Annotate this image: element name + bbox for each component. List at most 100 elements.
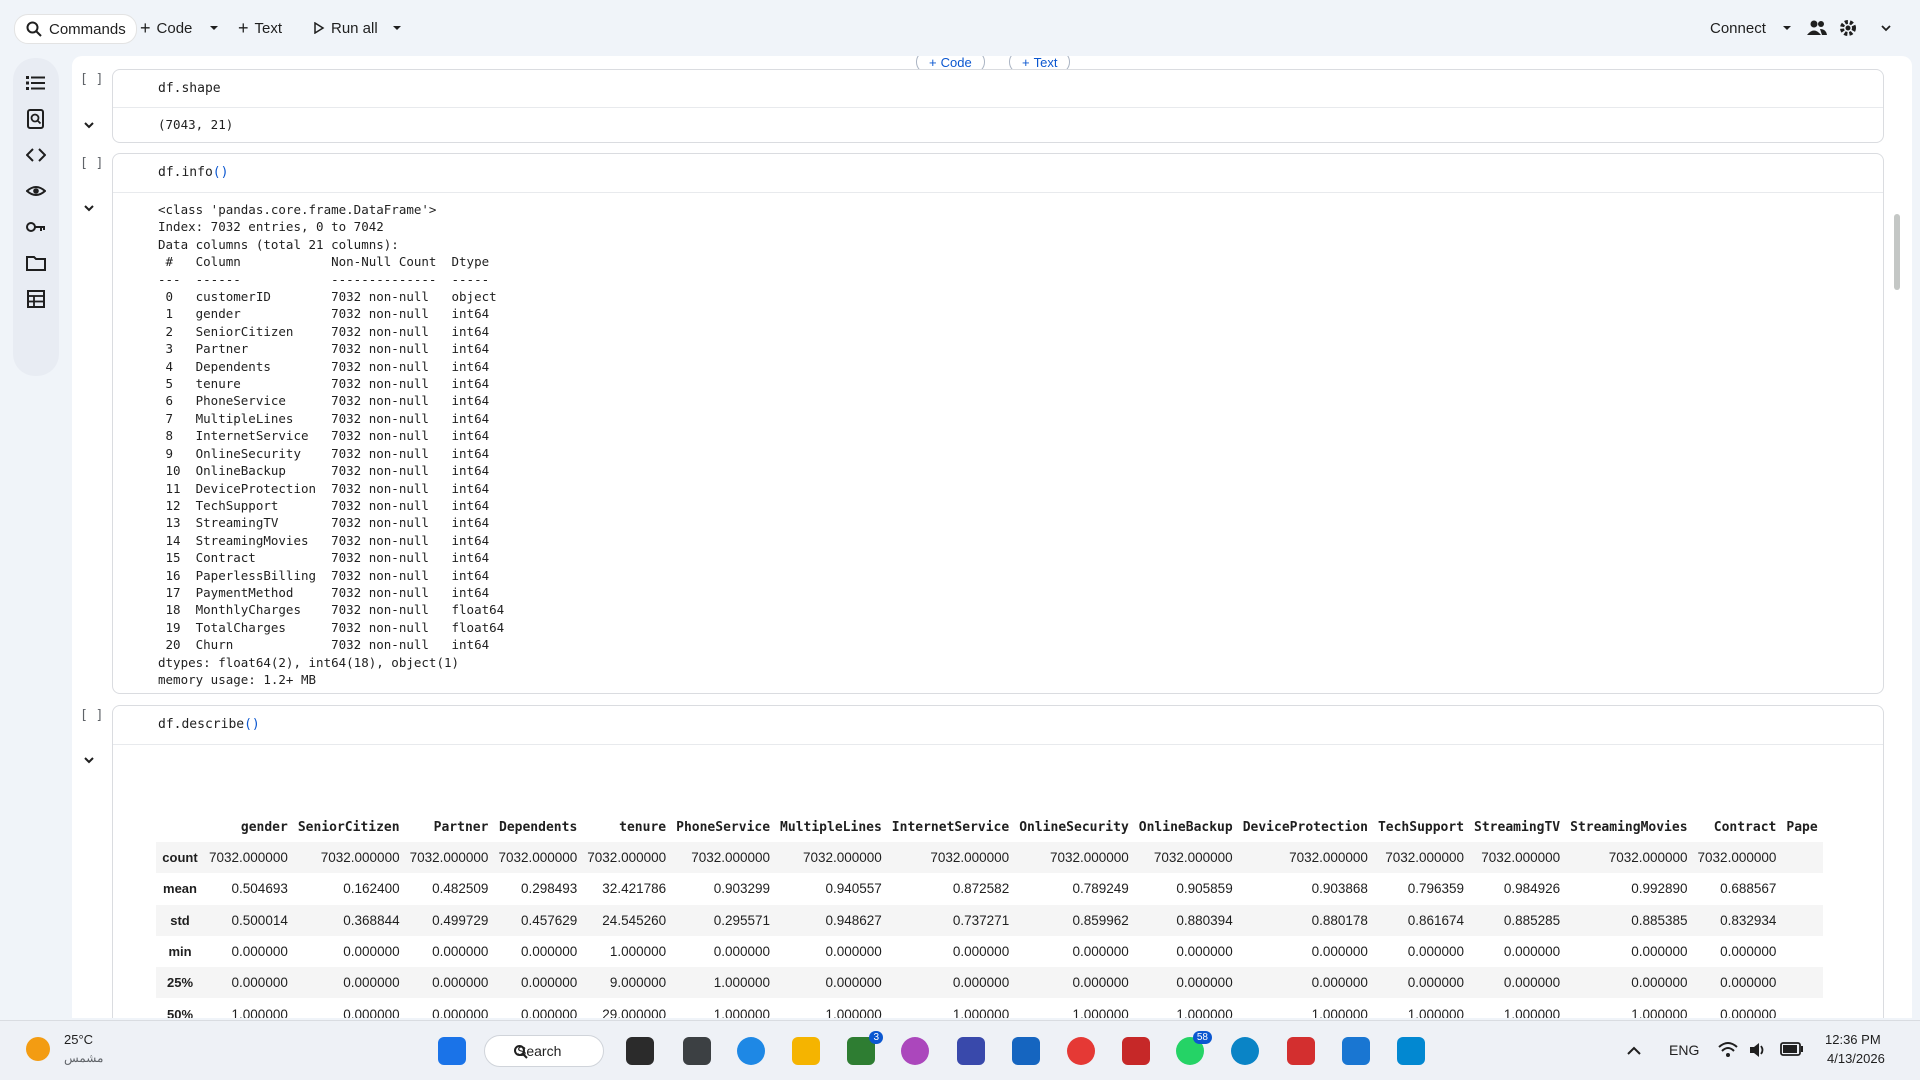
chevron-down-icon[interactable]: [82, 201, 96, 215]
wifi-icon[interactable]: [1718, 1041, 1738, 1059]
cell-run-button[interactable]: [ ]: [80, 156, 103, 171]
copilot-icon[interactable]: [901, 1037, 929, 1065]
commands-button[interactable]: Commands: [14, 14, 137, 44]
run-all-button[interactable]: Run all: [313, 14, 378, 42]
table-cell: 0.295571: [671, 904, 776, 936]
table-cell: 1.000000: [825, 1006, 882, 1018]
acrobat-icon[interactable]: [1287, 1037, 1315, 1065]
cell-divider: [113, 107, 1883, 108]
table-cell: 7032.000000: [582, 842, 672, 874]
row-label: min: [168, 944, 192, 960]
cell-divider: [113, 192, 1883, 193]
clock-date[interactable]: 4/13/2026: [1827, 1051, 1885, 1066]
mcafee-icon[interactable]: [1122, 1037, 1150, 1065]
connect-label: Connect: [1710, 19, 1766, 37]
table-cell: 0.872582: [952, 881, 1010, 897]
battery-icon[interactable]: [1780, 1042, 1804, 1056]
vscode-icon[interactable]: [1342, 1037, 1370, 1065]
data-table-button[interactable]: [24, 287, 48, 311]
table-cell: 1.000000: [231, 1006, 288, 1018]
app-icon[interactable]: [683, 1037, 711, 1065]
cell-output: <class 'pandas.core.frame.DataFrame'> In…: [158, 202, 505, 687]
table-cell: 0.298493: [520, 881, 578, 897]
code-brackets-icon: [26, 148, 46, 162]
chevron-up-icon[interactable]: [1626, 1045, 1642, 1057]
column-header: StreamingMovies: [1570, 819, 1688, 835]
column-header: PhoneService: [676, 819, 771, 835]
add-code-button[interactable]: + Code: [140, 14, 192, 42]
people-icon: [1807, 20, 1827, 35]
volume-icon[interactable]: [1748, 1041, 1766, 1059]
table-cell: 0.000000: [1631, 944, 1688, 960]
table-cell: 1.000000: [1503, 1006, 1561, 1018]
edge-browser-icon[interactable]: [737, 1037, 765, 1065]
cell-source[interactable]: df.info(): [158, 165, 228, 180]
run-all-label: Run all: [331, 19, 378, 37]
share-people-button[interactable]: [1807, 14, 1827, 42]
code-call: df.info: [158, 165, 213, 180]
table-cell: 7032.000000: [404, 842, 494, 874]
settings-button[interactable]: [1839, 14, 1857, 42]
caret-down-icon: [393, 26, 401, 30]
code-snippets-button[interactable]: [24, 143, 48, 167]
column-header: Pape: [1786, 819, 1818, 835]
store-icon[interactable]: [957, 1037, 985, 1065]
chevron-down-icon[interactable]: [82, 118, 96, 132]
cell-run-button[interactable]: [ ]: [80, 72, 103, 87]
connect-button[interactable]: Connect: [1710, 14, 1766, 42]
edge-dev-icon[interactable]: [1231, 1037, 1259, 1065]
language-indicator[interactable]: ENG: [1669, 1042, 1699, 1058]
chrome-icon[interactable]: [1067, 1037, 1095, 1065]
table-cell: 0.000000: [404, 967, 494, 999]
whatsapp-icon[interactable]: 58: [1176, 1031, 1212, 1065]
chevron-down-icon: [1881, 25, 1891, 32]
cell-source[interactable]: df.describe(): [158, 717, 260, 732]
table-cell: 0.000000: [825, 944, 882, 960]
table-cell: 0.000000: [713, 944, 771, 960]
table-cell: 0.880394: [1133, 904, 1238, 936]
code-cell-shape[interactable]: df.shape (7043, 21): [112, 69, 1884, 143]
vertical-scrollbar[interactable]: [1894, 214, 1900, 290]
table-cell: 0.162400: [343, 881, 400, 897]
table-cell: 0.504693: [231, 881, 288, 897]
chevron-down-icon[interactable]: [82, 753, 96, 767]
table-of-contents-button[interactable]: [24, 71, 48, 95]
search-icon: [514, 1045, 528, 1059]
table-cell: 24.545260: [582, 904, 672, 936]
windows-start-icon[interactable]: [438, 1037, 466, 1065]
column-header: Partner: [433, 819, 489, 835]
code-cell-info[interactable]: df.info() <class 'pandas.core.frame.Data…: [112, 153, 1884, 694]
table-cell: 0.000000: [1176, 944, 1233, 960]
table-cell: 0.000000: [1469, 967, 1566, 999]
cell-run-button[interactable]: [ ]: [80, 708, 103, 723]
search-icon: [26, 21, 42, 37]
table-cell: 29.000000: [602, 1006, 667, 1018]
table-cell: 0.000000: [231, 944, 288, 960]
add-code-label: Code: [156, 19, 193, 37]
folder-icon: [26, 256, 46, 271]
task-view-icon[interactable]: [626, 1037, 654, 1065]
add-code-dropdown[interactable]: [209, 14, 219, 42]
table-header-row: gender SeniorCitizen Partner Dependents tenu…: [156, 812, 1823, 842]
cell-source[interactable]: df.shape: [158, 81, 221, 96]
taskbar-search[interactable]: Search: [484, 1035, 604, 1067]
run-all-dropdown[interactable]: [392, 14, 402, 42]
files-button[interactable]: [24, 251, 48, 275]
secrets-button[interactable]: [24, 215, 48, 239]
app-icon[interactable]: [1012, 1037, 1040, 1065]
connect-dropdown[interactable]: [1782, 14, 1792, 42]
file-explorer-icon[interactable]: [792, 1037, 820, 1065]
find-replace-button[interactable]: [24, 107, 48, 131]
add-text-button[interactable]: + Text: [238, 14, 282, 42]
table-cell: 0.000000: [343, 1006, 400, 1018]
table-row: std 0.500014 0.368844 0.499729 0.457629 24.54…: [156, 904, 1823, 936]
variable-inspector-button[interactable]: [24, 179, 48, 203]
column-header: Contract: [1713, 819, 1777, 835]
expand-header-button[interactable]: [1880, 14, 1892, 42]
clock-time[interactable]: 12:36 PM: [1825, 1032, 1881, 1047]
plus-icon: +: [929, 56, 937, 70]
paint-icon[interactable]: [1397, 1037, 1425, 1065]
xbox-icon[interactable]: 3: [847, 1031, 883, 1065]
table-cell: 0.000000: [1072, 944, 1129, 960]
weather-condition: مشمس: [64, 1051, 104, 1065]
